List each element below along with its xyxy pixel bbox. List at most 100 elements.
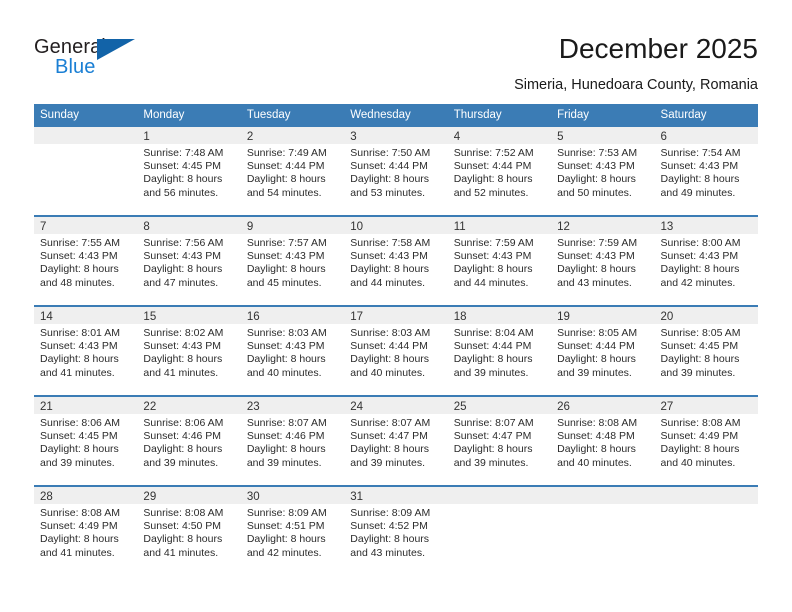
- page-subtitle: Simeria, Hunedoara County, Romania: [514, 77, 758, 93]
- calendar-cell: 11 Sunrise: 7:59 AM Sunset: 4:43 PM Dayligh…: [447, 215, 552, 306]
- day-cell[interactable]: 25 Sunrise: 8:07 AM Sunset: 4:47 PM Dayligh…: [447, 397, 552, 485]
- day-cell[interactable]: 31 Sunrise: 8:09 AM Sunset: 4:52 PM Dayligh…: [344, 487, 448, 575]
- calendar-cell: 28 Sunrise: 8:08 AM Sunset: 4:49 PM Dayligh…: [34, 485, 138, 575]
- day-sunset-text: Sunset: 4:43 PM: [40, 340, 118, 353]
- day-number: [447, 487, 552, 504]
- day-daylight-line2-text: and 48 minutes.: [40, 276, 115, 289]
- day-cell[interactable]: 1 Sunrise: 7:48 AM Sunset: 4:45 PM Daylight…: [137, 127, 241, 215]
- day-sunset-text: Sunset: 4:44 PM: [453, 160, 532, 173]
- day-sunrise-text: Sunrise: 8:08 AM: [660, 417, 741, 429]
- day-cell[interactable]: 3 Sunrise: 7:50 AM Sunset: 4:44 PM Daylight…: [344, 127, 448, 215]
- day-number: 29: [137, 487, 241, 504]
- day-daylight-line1-text: Daylight: 8 hours: [246, 533, 326, 546]
- day-cell[interactable]: 9 Sunrise: 7:57 AM Sunset: 4:43 PM Daylight…: [240, 217, 345, 305]
- day-daylight-line2-text: and 41 minutes.: [143, 546, 219, 559]
- day-daylight-line1-text: Daylight: 8 hours: [350, 353, 430, 366]
- day-cell[interactable]: 26 Sunrise: 8:08 AM Sunset: 4:48 PM Dayligh…: [551, 397, 655, 485]
- day-cell[interactable]: 5 Sunrise: 7:53 AM Sunset: 4:43 PM Daylight…: [551, 127, 655, 215]
- day-details: Sunrise: 8:03 AM Sunset: 4:43 PM Daylight:…: [241, 324, 344, 380]
- calendar-cell: [551, 485, 655, 575]
- day-cell[interactable]: 22 Sunrise: 8:06 AM Sunset: 4:46 PM Dayligh…: [137, 397, 241, 485]
- day-sunset-text: Sunset: 4:43 PM: [246, 250, 325, 263]
- day-cell[interactable]: 14 Sunrise: 8:01 AM Sunset: 4:43 PM Dayligh…: [34, 307, 138, 395]
- day-cell[interactable]: 7 Sunrise: 7:55 AM Sunset: 4:43 PM Daylight…: [34, 217, 138, 305]
- calendar-cell: 5 Sunrise: 7:53 AM Sunset: 4:43 PM Daylight…: [551, 127, 655, 216]
- weekday-header-wednesday: Wednesday: [344, 104, 448, 127]
- day-number: 8: [137, 217, 241, 234]
- day-cell[interactable]: 30 Sunrise: 8:09 AM Sunset: 4:51 PM Dayligh…: [240, 487, 345, 575]
- day-cell[interactable]: 8 Sunrise: 7:56 AM Sunset: 4:43 PM Daylight…: [137, 217, 241, 305]
- day-cell[interactable]: 28 Sunrise: 8:08 AM Sunset: 4:49 PM Dayligh…: [34, 487, 138, 575]
- day-cell[interactable]: 11 Sunrise: 7:59 AM Sunset: 4:43 PM Dayligh…: [447, 217, 552, 305]
- day-number: 5: [551, 127, 655, 144]
- day-cell[interactable]: 21 Sunrise: 8:06 AM Sunset: 4:45 PM Dayligh…: [34, 397, 138, 485]
- day-number: 15: [137, 307, 241, 324]
- day-details: Sunrise: 7:56 AM Sunset: 4:43 PM Daylight:…: [137, 234, 240, 290]
- day-daylight-line1-text: Daylight: 8 hours: [350, 533, 430, 546]
- day-sunset-text: Sunset: 4:43 PM: [40, 250, 118, 263]
- day-number: 22: [137, 397, 241, 414]
- day-number: 30: [240, 487, 345, 504]
- calendar-cell: 26 Sunrise: 8:08 AM Sunset: 4:48 PM Dayligh…: [551, 395, 655, 486]
- day-number: 1: [137, 127, 241, 144]
- weekday-header-tuesday: Tuesday: [240, 104, 345, 127]
- day-details: Sunrise: 7:48 AM Sunset: 4:45 PM Daylight:…: [137, 144, 240, 200]
- calendar-page: General Blue December 2025 Simeria, Hune…: [0, 0, 792, 612]
- day-sunrise-text: Sunrise: 8:06 AM: [40, 417, 120, 429]
- calendar-cell: 9 Sunrise: 7:57 AM Sunset: 4:43 PM Daylight…: [240, 215, 345, 306]
- day-sunset-text: Sunset: 4:43 PM: [557, 250, 635, 263]
- day-cell[interactable]: 24 Sunrise: 8:07 AM Sunset: 4:47 PM Dayligh…: [344, 397, 448, 485]
- day-details: Sunrise: 8:07 AM Sunset: 4:47 PM Daylight:…: [344, 414, 447, 470]
- day-sunrise-text: Sunrise: 8:08 AM: [143, 507, 224, 519]
- calendar-cell: 15 Sunrise: 8:02 AM Sunset: 4:43 PM Dayligh…: [137, 305, 241, 396]
- day-daylight-line2-text: and 39 minutes.: [246, 456, 322, 469]
- day-cell[interactable]: 12 Sunrise: 7:59 AM Sunset: 4:43 PM Dayligh…: [551, 217, 655, 305]
- day-cell[interactable]: 23 Sunrise: 8:07 AM Sunset: 4:46 PM Dayligh…: [240, 397, 345, 485]
- day-cell[interactable]: 17 Sunrise: 8:03 AM Sunset: 4:44 PM Dayligh…: [344, 307, 448, 395]
- calendar-cell: [447, 485, 552, 575]
- day-sunrise-text: Sunrise: 8:01 AM: [40, 327, 120, 339]
- day-cell-empty: [34, 127, 138, 215]
- day-daylight-line1-text: Daylight: 8 hours: [453, 263, 533, 276]
- calendar-cell: 10 Sunrise: 7:58 AM Sunset: 4:43 PM Dayligh…: [344, 215, 448, 306]
- day-details: Sunrise: 7:57 AM Sunset: 4:43 PM Daylight:…: [241, 234, 344, 290]
- day-cell[interactable]: 16 Sunrise: 8:03 AM Sunset: 4:43 PM Dayligh…: [240, 307, 345, 395]
- day-number: [34, 127, 138, 144]
- day-details: Sunrise: 8:06 AM Sunset: 4:46 PM Daylight:…: [137, 414, 240, 470]
- day-sunrise-text: Sunrise: 8:08 AM: [40, 507, 120, 519]
- day-cell[interactable]: 29 Sunrise: 8:08 AM Sunset: 4:50 PM Dayligh…: [137, 487, 241, 575]
- day-number: 31: [344, 487, 448, 504]
- day-sunset-text: Sunset: 4:43 PM: [557, 160, 635, 173]
- day-sunrise-text: Sunrise: 8:07 AM: [350, 417, 431, 429]
- day-number: 6: [654, 127, 758, 144]
- day-sunrise-text: Sunrise: 8:03 AM: [246, 327, 327, 339]
- day-daylight-line2-text: and 44 minutes.: [350, 276, 425, 289]
- day-cell[interactable]: 6 Sunrise: 7:54 AM Sunset: 4:43 PM Daylight…: [654, 127, 758, 215]
- day-sunset-text: Sunset: 4:45 PM: [143, 160, 222, 173]
- calendar-cell: 6 Sunrise: 7:54 AM Sunset: 4:43 PM Daylight…: [654, 127, 758, 216]
- calendar-cell: 2 Sunrise: 7:49 AM Sunset: 4:44 PM Daylight…: [240, 127, 345, 216]
- day-details: Sunrise: 8:08 AM Sunset: 4:48 PM Daylight:…: [551, 414, 654, 470]
- calendar-cell: 18 Sunrise: 8:04 AM Sunset: 4:44 PM Dayligh…: [447, 305, 552, 396]
- day-cell[interactable]: 27 Sunrise: 8:08 AM Sunset: 4:49 PM Dayligh…: [654, 397, 758, 485]
- day-daylight-line2-text: and 45 minutes.: [246, 276, 322, 289]
- day-cell[interactable]: 10 Sunrise: 7:58 AM Sunset: 4:43 PM Dayligh…: [344, 217, 448, 305]
- day-cell[interactable]: 19 Sunrise: 8:05 AM Sunset: 4:44 PM Dayligh…: [551, 307, 655, 395]
- day-daylight-line2-text: and 43 minutes.: [350, 546, 425, 559]
- day-cell[interactable]: 18 Sunrise: 8:04 AM Sunset: 4:44 PM Dayligh…: [447, 307, 552, 395]
- day-daylight-line1-text: Daylight: 8 hours: [143, 173, 223, 186]
- day-daylight-line2-text: and 39 minutes.: [453, 456, 529, 469]
- day-daylight-line2-text: and 40 minutes.: [350, 366, 425, 379]
- general-blue-logo[interactable]: General Blue: [34, 36, 154, 82]
- day-cell[interactable]: 15 Sunrise: 8:02 AM Sunset: 4:43 PM Dayligh…: [137, 307, 241, 395]
- day-details: Sunrise: 7:52 AM Sunset: 4:44 PM Daylight:…: [448, 144, 551, 200]
- triangle-icon: [97, 39, 135, 60]
- day-cell[interactable]: 20 Sunrise: 8:05 AM Sunset: 4:45 PM Dayligh…: [654, 307, 758, 395]
- calendar-cell: 21 Sunrise: 8:06 AM Sunset: 4:45 PM Dayligh…: [34, 395, 138, 486]
- day-cell[interactable]: 4 Sunrise: 7:52 AM Sunset: 4:44 PM Daylight…: [447, 127, 552, 215]
- calendar-cell: 12 Sunrise: 7:59 AM Sunset: 4:43 PM Dayligh…: [551, 215, 655, 306]
- day-daylight-line2-text: and 39 minutes.: [350, 456, 425, 469]
- day-sunrise-text: Sunrise: 8:02 AM: [143, 327, 224, 339]
- day-cell[interactable]: 2 Sunrise: 7:49 AM Sunset: 4:44 PM Daylight…: [240, 127, 345, 215]
- day-cell[interactable]: 13 Sunrise: 8:00 AM Sunset: 4:43 PM Dayligh…: [654, 217, 758, 305]
